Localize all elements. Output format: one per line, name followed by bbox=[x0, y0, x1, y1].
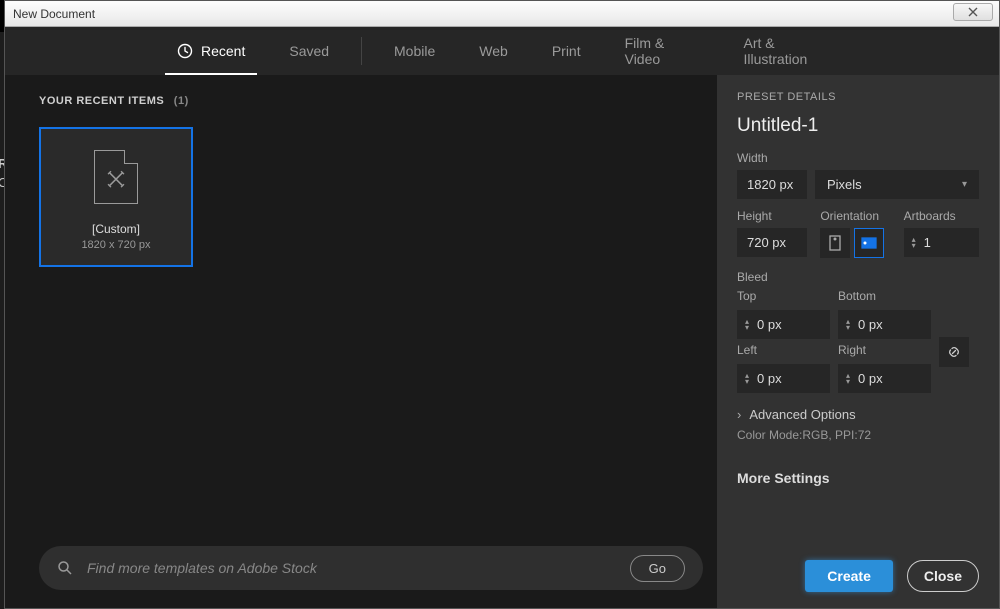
width-input[interactable] bbox=[737, 170, 807, 199]
units-dropdown[interactable]: Pixels ▾ bbox=[815, 170, 979, 199]
bleed-left-stepper[interactable]: ▴▾ bbox=[737, 364, 830, 393]
label-bleed: Bleed bbox=[737, 270, 979, 284]
color-mode-summary: Color Mode:RGB, PPI:72 bbox=[737, 428, 979, 442]
window-close-button[interactable] bbox=[953, 3, 993, 21]
category-tabbar: Recent Saved Mobile Web Print Film & Vid… bbox=[5, 27, 999, 75]
document-icon bbox=[94, 150, 138, 204]
orientation-portrait-button[interactable] bbox=[820, 228, 850, 258]
tab-recent[interactable]: Recent bbox=[155, 27, 267, 75]
link-icon bbox=[947, 345, 961, 359]
tab-label: Recent bbox=[201, 43, 245, 59]
tab-film-video[interactable]: Film & Video bbox=[603, 27, 722, 75]
stepper-arrows-icon[interactable]: ▴▾ bbox=[846, 373, 850, 385]
tab-art-illustration[interactable]: Art & Illustration bbox=[721, 27, 859, 75]
bleed-bottom-input[interactable] bbox=[856, 310, 892, 339]
chevron-down-icon: ▾ bbox=[962, 179, 967, 190]
label-bottom: Bottom bbox=[838, 289, 931, 303]
create-button[interactable]: Create bbox=[805, 560, 893, 592]
document-name[interactable]: Untitled-1 bbox=[737, 115, 979, 137]
label-width: Width bbox=[737, 151, 979, 165]
chevron-right-icon: › bbox=[737, 407, 741, 422]
stepper-arrows-icon[interactable]: ▴▾ bbox=[745, 319, 749, 331]
preset-dimensions: 1820 x 720 px bbox=[81, 239, 150, 251]
tab-web[interactable]: Web bbox=[457, 27, 530, 75]
window-title: New Document bbox=[13, 7, 95, 21]
tab-label: Print bbox=[552, 43, 581, 59]
recent-items-header: YOUR RECENT ITEMS (1) bbox=[39, 95, 683, 107]
tab-separator bbox=[361, 37, 362, 65]
tab-label: Art & Illustration bbox=[743, 35, 837, 67]
search-go-button[interactable]: Go bbox=[630, 555, 685, 582]
presets-panel: YOUR RECENT ITEMS (1) [Custom] 1820 x 72… bbox=[5, 75, 717, 608]
titlebar: New Document bbox=[5, 1, 999, 27]
landscape-icon bbox=[860, 235, 878, 251]
label-height: Height bbox=[737, 209, 812, 223]
units-value: Pixels bbox=[827, 177, 862, 192]
artboards-stepper[interactable]: ▴▾ bbox=[904, 228, 979, 257]
stepper-arrows-icon[interactable]: ▴▾ bbox=[745, 373, 749, 385]
label-right: Right bbox=[838, 343, 931, 357]
portrait-icon bbox=[827, 234, 843, 252]
stock-search-input[interactable] bbox=[87, 560, 616, 576]
close-button[interactable]: Close bbox=[907, 560, 979, 592]
bleed-top-input[interactable] bbox=[755, 310, 791, 339]
preset-details-panel: PRESET DETAILS Untitled-1 Width Pixels ▾… bbox=[717, 75, 999, 608]
label-artboards: Artboards bbox=[904, 209, 979, 223]
stepper-arrows-icon[interactable]: ▴▾ bbox=[912, 237, 916, 249]
advanced-options-label: Advanced Options bbox=[749, 407, 855, 422]
tab-label: Film & Video bbox=[625, 35, 700, 67]
bleed-top-stepper[interactable]: ▴▾ bbox=[737, 310, 830, 339]
bleed-link-button[interactable] bbox=[939, 337, 969, 367]
advanced-options-toggle[interactable]: › Advanced Options bbox=[737, 407, 979, 422]
height-input[interactable] bbox=[737, 228, 807, 257]
tab-label: Web bbox=[479, 43, 508, 59]
label-left: Left bbox=[737, 343, 830, 357]
search-icon bbox=[57, 560, 73, 576]
clock-icon bbox=[177, 43, 193, 59]
bleed-right-stepper[interactable]: ▴▾ bbox=[838, 364, 931, 393]
bleed-left-input[interactable] bbox=[755, 364, 791, 393]
preset-card-custom[interactable]: [Custom] 1820 x 720 px bbox=[39, 127, 193, 267]
artboards-input[interactable] bbox=[922, 228, 956, 257]
orientation-landscape-button[interactable] bbox=[854, 228, 884, 258]
preset-name: [Custom] bbox=[92, 222, 140, 236]
bleed-bottom-stepper[interactable]: ▴▾ bbox=[838, 310, 931, 339]
close-icon bbox=[968, 7, 978, 17]
tab-label: Mobile bbox=[394, 43, 435, 59]
stepper-arrows-icon[interactable]: ▴▾ bbox=[846, 319, 850, 331]
label-orientation: Orientation bbox=[820, 209, 895, 223]
tab-label: Saved bbox=[289, 43, 329, 59]
label-top: Top bbox=[737, 289, 830, 303]
tab-mobile[interactable]: Mobile bbox=[372, 27, 457, 75]
preset-details-header: PRESET DETAILS bbox=[737, 91, 979, 103]
more-settings-button[interactable]: More Settings bbox=[737, 470, 979, 486]
tab-print[interactable]: Print bbox=[530, 27, 603, 75]
bleed-right-input[interactable] bbox=[856, 364, 892, 393]
new-document-dialog: New Document Recent Saved Mobile Web Pri… bbox=[4, 0, 1000, 609]
stock-search-bar: Go bbox=[39, 546, 703, 590]
tab-saved[interactable]: Saved bbox=[267, 27, 351, 75]
